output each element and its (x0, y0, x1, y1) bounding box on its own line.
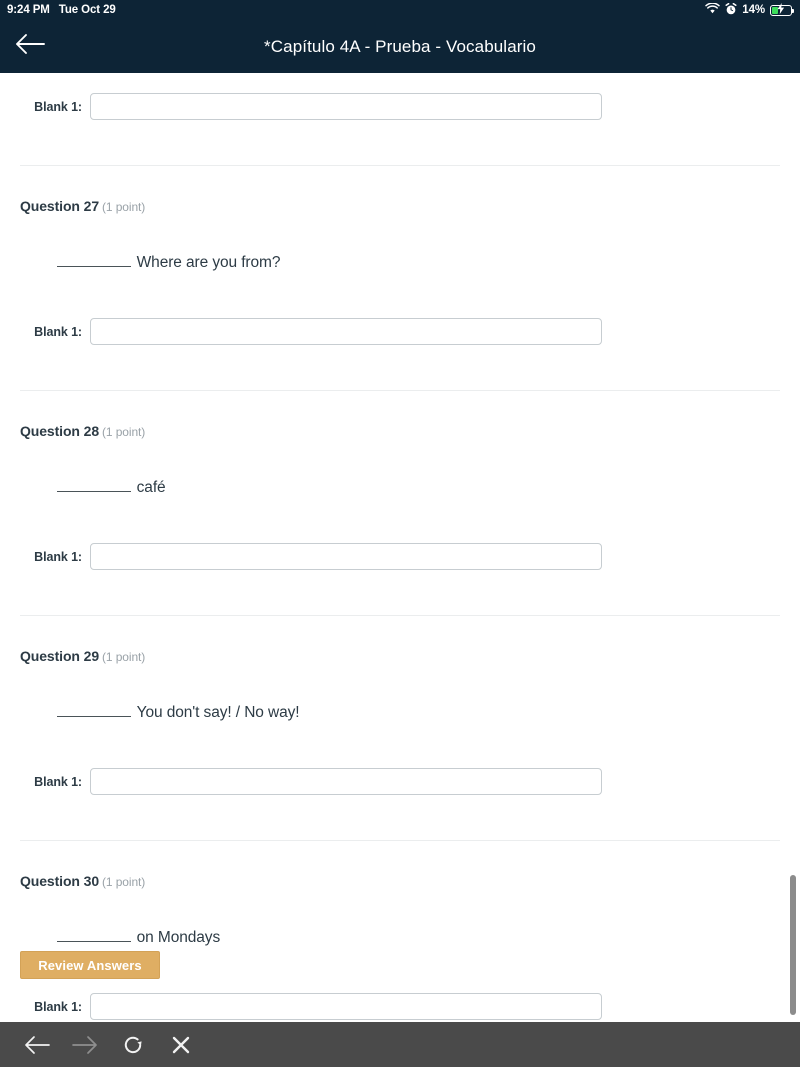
fill-in-blank-underline (56, 929, 131, 942)
blank-input-28[interactable] (90, 543, 602, 570)
blank-input-26[interactable] (90, 93, 602, 120)
blank-label: Blank 1: (34, 999, 82, 1014)
question-heading: Question 28 (1 point) (20, 423, 800, 439)
question-points: (1 point) (102, 875, 146, 889)
fill-in-blank-underline (56, 254, 131, 267)
arrow-left-icon (15, 33, 45, 60)
question-block-28: Question 28 (1 point) café (0, 423, 800, 515)
page-title: *Capítulo 4A - Prueba - Vocabulario (264, 36, 536, 56)
question-text: You don't say! / No way! (20, 686, 800, 740)
close-icon[interactable] (168, 1032, 194, 1058)
status-bar-left: 9:24 PM Tue Oct 29 (7, 4, 116, 16)
question-heading: Question 27 (1 point) (20, 198, 800, 214)
fill-in-blank-underline (56, 479, 131, 492)
fill-in-blank-underline (56, 704, 131, 717)
reload-icon[interactable] (120, 1032, 146, 1058)
question-number: Question 29 (20, 648, 100, 664)
question-prompt: on Mondays (136, 929, 221, 946)
alarm-clock-icon (725, 2, 737, 18)
question-heading: Question 30 (1 point) (20, 873, 800, 889)
blank-label: Blank 1: (34, 324, 82, 339)
question-prompt: café (136, 479, 166, 496)
blank-row-29: Blank 1: (0, 768, 800, 795)
question-prompt: You don't say! / No way! (136, 704, 300, 721)
question-number: Question 30 (20, 873, 100, 889)
blank-row-27: Blank 1: (0, 318, 800, 345)
question-number: Question 28 (20, 423, 100, 439)
section-divider (20, 840, 780, 841)
blank-row-28: Blank 1: (0, 543, 800, 570)
status-time: 9:24 PM (7, 4, 50, 16)
blank-label: Blank 1: (34, 99, 82, 114)
quiz-content: Blank 1: Question 27 (1 point) Where are … (0, 73, 800, 1022)
question-block-29: Question 29 (1 point) You don't say! / No… (0, 648, 800, 740)
question-block-27: Question 27 (1 point) Where are you from? (0, 198, 800, 290)
header-back-button[interactable] (0, 20, 60, 73)
browser-toolbar (0, 1022, 800, 1067)
status-date: Tue Oct 29 (58, 4, 116, 16)
scrollbar-thumb[interactable] (790, 875, 796, 1015)
question-text: café (20, 461, 800, 515)
forward-arrow-icon[interactable] (72, 1032, 98, 1058)
battery-charging-icon (770, 3, 795, 16)
section-divider (20, 390, 780, 391)
question-prompt: Where are you from? (136, 254, 281, 271)
question-heading: Question 29 (1 point) (20, 648, 800, 664)
battery-percent-label: 14% (742, 4, 765, 16)
status-bar: 9:24 PM Tue Oct 29 14% (0, 0, 800, 20)
question-number: Question 27 (20, 198, 100, 214)
back-arrow-icon[interactable] (24, 1032, 50, 1058)
status-bar-right: 14% (705, 2, 795, 18)
wifi-icon (705, 2, 721, 17)
blank-label: Blank 1: (34, 774, 82, 789)
blank-row-top: Blank 1: (0, 93, 800, 120)
section-divider (20, 615, 780, 616)
tablet-screen: 9:24 PM Tue Oct 29 14% *Capítulo 4A - Pr… (0, 0, 800, 1067)
blank-row-30: Blank 1: (0, 993, 800, 1020)
blank-input-30[interactable] (90, 993, 602, 1020)
blank-label: Blank 1: (34, 549, 82, 564)
question-points: (1 point) (102, 425, 146, 439)
question-text: Where are you from? (20, 236, 800, 290)
review-answers-button[interactable]: Review Answers (20, 951, 160, 979)
question-points: (1 point) (102, 200, 146, 214)
blank-input-27[interactable] (90, 318, 602, 345)
app-header: *Capítulo 4A - Prueba - Vocabulario (0, 20, 800, 73)
question-points: (1 point) (102, 650, 146, 664)
section-divider (20, 165, 780, 166)
blank-input-29[interactable] (90, 768, 602, 795)
page-scrollbar[interactable] (786, 73, 800, 1022)
